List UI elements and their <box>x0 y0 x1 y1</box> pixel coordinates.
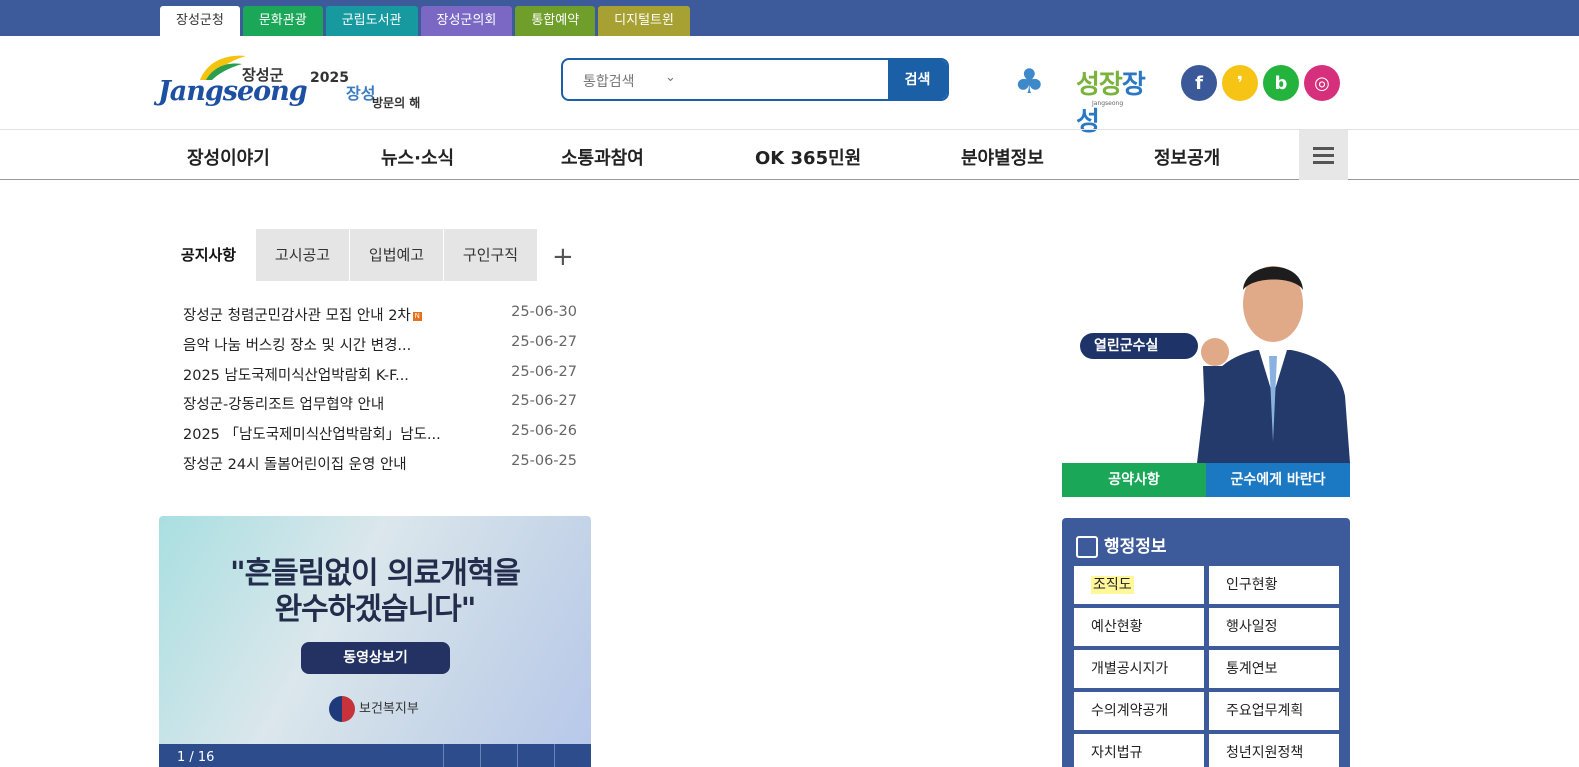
promo-banner[interactable]: "흔들림없이 의료개혁을 완수하겠습니다" 동영상보기 보건복지부 1 / 16 <box>159 516 591 767</box>
kakaostory-icon[interactable]: ❜ <box>1222 65 1258 101</box>
notice-more-button[interactable]: + <box>552 244 574 270</box>
blog-icon[interactable]: b <box>1263 65 1299 101</box>
banner-pause-icon[interactable] <box>517 744 554 767</box>
tab-jobs[interactable]: 구인구직 <box>444 229 537 281</box>
social-links: f ❜ b ◎ <box>1181 65 1340 101</box>
mayor-photo <box>1197 266 1350 463</box>
brand-tiny: Jangseong <box>1092 100 1124 107</box>
site-tabs: 장성군청 문화관광 군립도서관 장성군의회 통합예약 디지털트윈 <box>160 6 690 36</box>
tab-notice[interactable]: 공지사항 <box>162 229 255 281</box>
list-item[interactable]: 장성군 24시 돌봄어린이집 운영 안내 25-06-25 <box>183 453 577 483</box>
search-button[interactable]: 검색 <box>888 60 947 99</box>
ask-mayor-button[interactable]: 군수에게 바란다 <box>1206 463 1350 497</box>
chevron-down-icon[interactable]: ⌄ <box>665 70 676 85</box>
search-input[interactable] <box>691 66 881 94</box>
instagram-icon[interactable]: ◎ <box>1304 65 1340 101</box>
open-mayor-office-badge[interactable]: 열린군수실 <box>1080 333 1198 359</box>
site-tab-reservation[interactable]: 통합예약 <box>515 6 596 36</box>
banner-prev-icon[interactable] <box>480 744 517 767</box>
banner-org: 보건복지부 <box>329 696 419 722</box>
notice-date: 25-06-26 <box>511 423 577 440</box>
notice-date: 25-06-27 <box>511 393 577 410</box>
notice-list: 장성군 청렴군민감사관 모집 안내 2차 N 25-06-30 음악 나눔 버스킹… <box>183 304 577 483</box>
admin-item-events[interactable]: 행사일정 <box>1209 608 1339 646</box>
admin-info-panel: 행정정보 조직도 인구현황 예산현황 행사일정 개별공시지가 통계연보 수의계약… <box>1062 518 1350 767</box>
search-box: 통합검색 ⌄ 검색 <box>561 58 949 101</box>
notice-date: 25-06-27 <box>511 333 577 350</box>
site-tabs-bar: 장성군청 문화관광 군립도서관 장성군의회 통합예약 디지털트윈 <box>0 0 1579 36</box>
gnb-field-info[interactable]: 분야별정보 <box>961 144 1044 170</box>
list-item[interactable]: 장성군 청렴군민감사관 모집 안내 2차 N 25-06-30 <box>183 304 577 334</box>
logo-english: Jangseong <box>158 76 308 107</box>
gnb-news[interactable]: 뉴스·소식 <box>381 144 454 170</box>
admin-item-ordinances[interactable]: 자치법규 <box>1074 734 1204 767</box>
site-tab-library[interactable]: 군립도서관 <box>325 6 418 36</box>
admin-item-budget[interactable]: 예산현황 <box>1074 608 1204 646</box>
taegeuk-icon <box>329 696 355 722</box>
notice-date: 25-06-27 <box>511 363 577 380</box>
list-item[interactable]: 장성군-강동리조트 업무협약 안내 25-06-27 <box>183 393 577 423</box>
banner-next-icon[interactable] <box>554 744 591 767</box>
visit-year-logo[interactable]: 2025 장성 방문의 해 <box>306 66 441 116</box>
banner-add-icon[interactable] <box>443 744 480 767</box>
tab-legislation[interactable]: 입법예고 <box>350 229 443 281</box>
gnb-participation[interactable]: 소통과참여 <box>561 144 644 170</box>
notice-title: 장성군 청렴군민감사관 모집 안내 2차 N <box>183 308 422 324</box>
search-scope-select[interactable]: 통합검색 <box>583 71 635 91</box>
facebook-icon[interactable]: f <box>1181 65 1217 101</box>
pledge-button[interactable]: 공약사항 <box>1062 463 1206 497</box>
site-tab-digital-twin[interactable]: 디지털트윈 <box>598 6 690 36</box>
admin-item-org-chart[interactable]: 조직도 <box>1074 566 1204 604</box>
gnb-civil-service[interactable]: OK 365민원 <box>755 144 861 170</box>
banner-counter: 1 / 16 <box>177 750 215 765</box>
tab-announcement[interactable]: 고시공고 <box>256 229 349 281</box>
list-item[interactable]: 음악 나눔 버스킹 장소 및 시간 변경... 25-06-27 <box>183 334 577 364</box>
admin-info-heading: 행정정보 <box>1076 532 1167 558</box>
banner-quote: "흔들림없이 의료개혁을 완수하겠습니다" <box>159 556 591 628</box>
admin-info-grid: 조직도 인구현황 예산현황 행사일정 개별공시지가 통계연보 수의계약공개 주요… <box>1074 566 1339 767</box>
banner-quote-line2: 완수하겠습니다" <box>274 592 477 627</box>
jangseong-logo[interactable]: 장성군 Jangseong <box>158 52 308 114</box>
site-tab-jangseong[interactable]: 장성군청 <box>160 6 240 36</box>
list-item[interactable]: 2025 「남도국제미식산업박람회」남도... 25-06-26 <box>183 423 577 453</box>
gnb-info-disclosure[interactable]: 정보공개 <box>1154 144 1220 170</box>
document-icon <box>1076 536 1098 558</box>
admin-item-statistics[interactable]: 통계연보 <box>1209 650 1339 688</box>
main-navigation: 장성이야기 뉴스·소식 소통과참여 OK 365민원 분야별정보 정보공개 <box>0 129 1579 180</box>
notice-title: 음악 나눔 버스킹 장소 및 시간 변경... <box>183 337 412 354</box>
site-tab-culture-tour[interactable]: 문화관광 <box>242 6 323 36</box>
brand-text-a: 성장 <box>1076 70 1123 100</box>
notice-title: 장성군 24시 돌봄어린이집 운영 안내 <box>183 456 407 473</box>
admin-item-contracts[interactable]: 수의계약공개 <box>1074 692 1204 730</box>
site-tab-council[interactable]: 장성군의회 <box>420 6 513 36</box>
new-badge: N <box>412 311 422 321</box>
admin-item-population[interactable]: 인구현황 <box>1209 566 1339 604</box>
watch-video-button[interactable]: 동영상보기 <box>301 642 450 674</box>
visit-year-sub: 방문의 해 <box>372 96 421 110</box>
gnb-jangseong-story[interactable]: 장성이야기 <box>187 144 270 170</box>
list-item[interactable]: 2025 남도국제미식산업박람회 K-F... 25-06-27 <box>183 364 577 394</box>
growth-jangseong-brand[interactable]: ♣ 성장장성 Jangseong <box>1014 62 1164 137</box>
notice-title: 2025 「남도국제미식산업박람회」남도... <box>183 427 441 444</box>
hamburger-menu-icon[interactable] <box>1299 130 1348 180</box>
notice-title: 2025 남도국제미식산업박람회 K-F... <box>183 367 409 384</box>
admin-item-youth-policy[interactable]: 청년지원정책 <box>1209 734 1339 767</box>
notice-title: 장성군-강동리조트 업무협약 안내 <box>183 397 385 414</box>
visit-year-number: 2025 <box>310 70 349 86</box>
mascot-icon: ♣ <box>1014 62 1045 102</box>
admin-item-work-plan[interactable]: 주요업무계획 <box>1209 692 1339 730</box>
banner-quote-line1: "흔들림없이 의료개혁을 <box>229 556 521 591</box>
banner-controls: 1 / 16 <box>159 744 591 767</box>
notice-date: 25-06-25 <box>511 452 577 469</box>
mayor-panel: 열린군수실 공약사항 군수에게 바란다 <box>1062 246 1350 497</box>
admin-item-land-price[interactable]: 개별공시지가 <box>1074 650 1204 688</box>
header: 장성군 Jangseong 2025 장성 방문의 해 통합검색 ⌄ 검색 ♣ … <box>0 36 1579 137</box>
notice-date: 25-06-30 <box>511 304 577 320</box>
notice-tabs: 공지사항 고시공고 입법예고 구인구직 <box>162 229 538 281</box>
